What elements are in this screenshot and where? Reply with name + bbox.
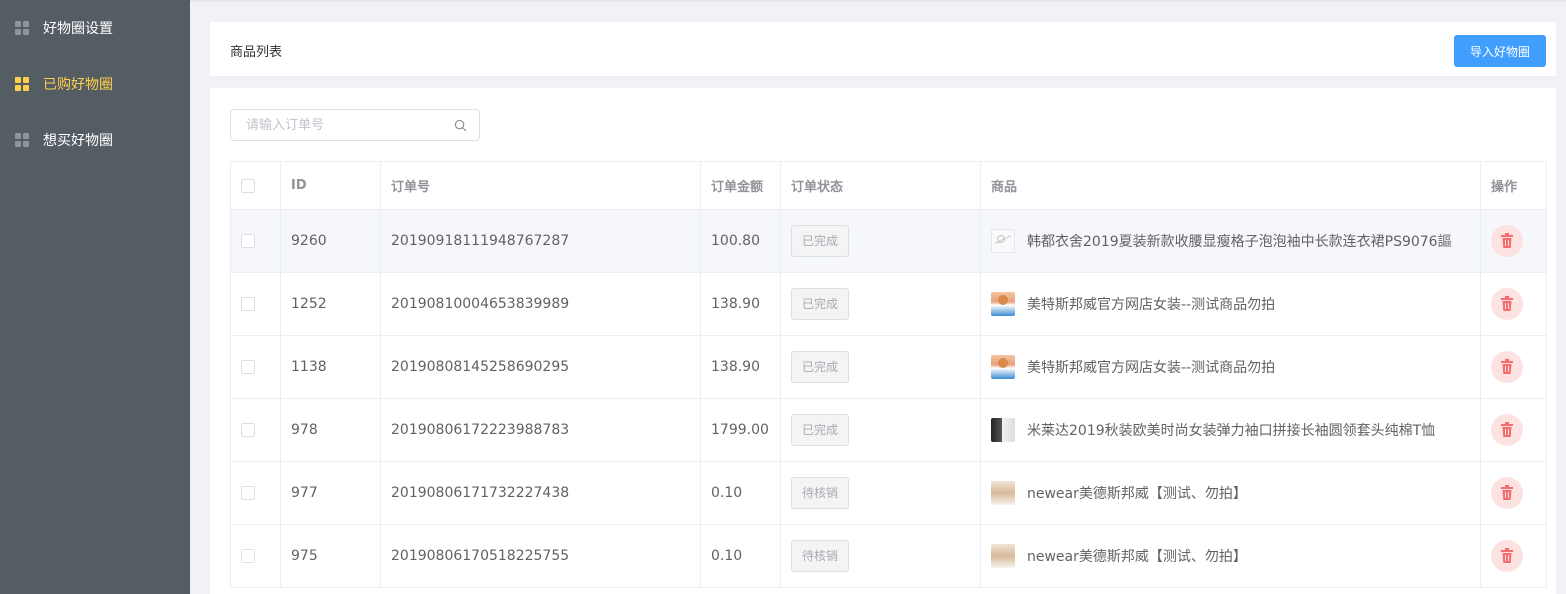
cell-amount: 0.10 xyxy=(700,524,781,588)
cell-amount: 0.10 xyxy=(700,461,781,525)
list-card: ID 订单号 订单金额 订单状态 商品 操作 9260 201909181119… xyxy=(210,88,1556,594)
status-badge: 待核销 xyxy=(791,540,849,572)
search-icon[interactable] xyxy=(454,119,467,132)
cell-id: 9260 xyxy=(280,209,381,273)
cell-id: 1138 xyxy=(280,335,381,399)
main-content: 商品列表 导入好物圈 ID 订单号 订单金额 订单状态 xyxy=(190,0,1566,594)
delete-button[interactable] xyxy=(1491,414,1523,446)
delete-button[interactable] xyxy=(1491,351,1523,383)
column-header: 商品 xyxy=(980,161,1481,210)
table-row: 1252 20190810004653839989 138.90 已完成 美特斯… xyxy=(230,272,1547,336)
grid-icon xyxy=(15,133,29,147)
column-header: ID xyxy=(280,161,381,210)
goods-name: 美特斯邦威官方网店女装--测试商品勿拍 xyxy=(1027,297,1276,313)
table-row: 977 20190806171732227438 0.10 待核销 newear… xyxy=(230,461,1547,525)
orders-table: ID 订单号 订单金额 订单状态 商品 操作 9260 201909181119… xyxy=(230,161,1547,588)
product-thumbnail xyxy=(991,481,1015,505)
row-checkbox[interactable] xyxy=(241,423,255,437)
cell-id: 975 xyxy=(280,524,381,588)
delete-button[interactable] xyxy=(1491,288,1523,320)
cell-amount: 138.90 xyxy=(700,335,781,399)
sidebar-item-wishlist[interactable]: 想买好物圈 xyxy=(0,112,190,168)
row-checkbox[interactable] xyxy=(241,234,255,248)
sidebar-item-label: 想买好物圈 xyxy=(43,133,113,149)
divider xyxy=(190,0,1566,2)
cell-id: 977 xyxy=(280,461,381,525)
column-header: 订单状态 xyxy=(780,161,981,210)
goods-name: 韩都衣舍2019夏装新款收腰显瘦格子泡泡袖中长款连衣裙PS9076謳 xyxy=(1027,234,1452,250)
table-row: 1138 20190808145258690295 138.90 已完成 美特斯… xyxy=(230,335,1547,399)
delete-button[interactable] xyxy=(1491,477,1523,509)
sidebar-item-label: 好物圈设置 xyxy=(43,21,113,37)
select-all-checkbox[interactable] xyxy=(241,178,255,193)
trash-icon xyxy=(1501,296,1513,311)
sidebar-item-purchased[interactable]: 已购好物圈 xyxy=(0,56,190,112)
sidebar: 好物圈设置 已购好物圈 想买好物圈 xyxy=(0,0,190,594)
trash-icon xyxy=(1501,485,1513,500)
table-row: 978 20190806172223988783 1799.00 已完成 米莱达… xyxy=(230,398,1547,462)
goods-name: newear美德斯邦威【测试、勿拍】 xyxy=(1027,549,1247,565)
sidebar-item-label: 已购好物圈 xyxy=(43,77,113,93)
row-checkbox[interactable] xyxy=(241,360,255,374)
import-button[interactable]: 导入好物圈 xyxy=(1454,35,1546,67)
product-thumbnail xyxy=(991,544,1015,568)
column-header: 订单金额 xyxy=(700,161,781,210)
row-checkbox[interactable] xyxy=(241,486,255,500)
cell-order-no: 20190918111948767287 xyxy=(380,209,701,273)
table-row: 9260 20190918111948767287 100.80 已完成 韩都衣… xyxy=(230,209,1547,273)
trash-icon xyxy=(1501,359,1513,374)
select-all-cell xyxy=(230,161,281,210)
row-checkbox[interactable] xyxy=(241,549,255,563)
cell-amount: 1799.00 xyxy=(700,398,781,462)
trash-icon xyxy=(1501,548,1513,563)
trash-icon xyxy=(1501,233,1513,248)
header-card: 商品列表 导入好物圈 xyxy=(210,22,1556,77)
product-thumbnail xyxy=(991,292,1015,316)
product-thumbnail xyxy=(991,355,1015,379)
table-header: ID 订单号 订单金额 订单状态 商品 操作 xyxy=(230,161,1547,210)
status-badge: 已完成 xyxy=(791,351,849,383)
delete-button[interactable] xyxy=(1491,540,1523,572)
trash-icon xyxy=(1501,422,1513,437)
page-title: 商品列表 xyxy=(230,45,283,60)
grid-icon xyxy=(15,21,29,35)
goods-name: 米莱达2019秋装欧美时尚女装弹力袖口拼接长袖圆领套头纯棉T恤 xyxy=(1027,423,1436,439)
grid-icon xyxy=(15,77,29,91)
placeholder-image-icon xyxy=(991,229,1015,253)
status-badge: 已完成 xyxy=(791,225,849,257)
goods-name: 美特斯邦威官方网店女装--测试商品勿拍 xyxy=(1027,360,1276,376)
product-thumbnail xyxy=(991,418,1015,442)
search-box xyxy=(230,109,480,141)
status-badge: 已完成 xyxy=(791,288,849,320)
cell-id: 1252 xyxy=(280,272,381,336)
cell-amount: 100.80 xyxy=(700,209,781,273)
delete-button[interactable] xyxy=(1491,225,1523,257)
status-badge: 待核销 xyxy=(791,477,849,509)
column-header: 操作 xyxy=(1480,161,1547,210)
goods-name: newear美德斯邦威【测试、勿拍】 xyxy=(1027,486,1247,502)
cell-order-no: 20190810004653839989 xyxy=(380,272,701,336)
cell-amount: 138.90 xyxy=(700,272,781,336)
search-input[interactable] xyxy=(246,110,446,140)
sidebar-item-settings[interactable]: 好物圈设置 xyxy=(0,0,190,56)
cell-id: 978 xyxy=(280,398,381,462)
column-header: 订单号 xyxy=(380,161,701,210)
row-checkbox[interactable] xyxy=(241,297,255,311)
table-row: 975 20190806170518225755 0.10 待核销 newear… xyxy=(230,524,1547,588)
cell-order-no: 20190806171732227438 xyxy=(380,461,701,525)
status-badge: 已完成 xyxy=(791,414,849,446)
cell-order-no: 20190806172223988783 xyxy=(380,398,701,462)
cell-order-no: 20190806170518225755 xyxy=(380,524,701,588)
cell-order-no: 20190808145258690295 xyxy=(380,335,701,399)
